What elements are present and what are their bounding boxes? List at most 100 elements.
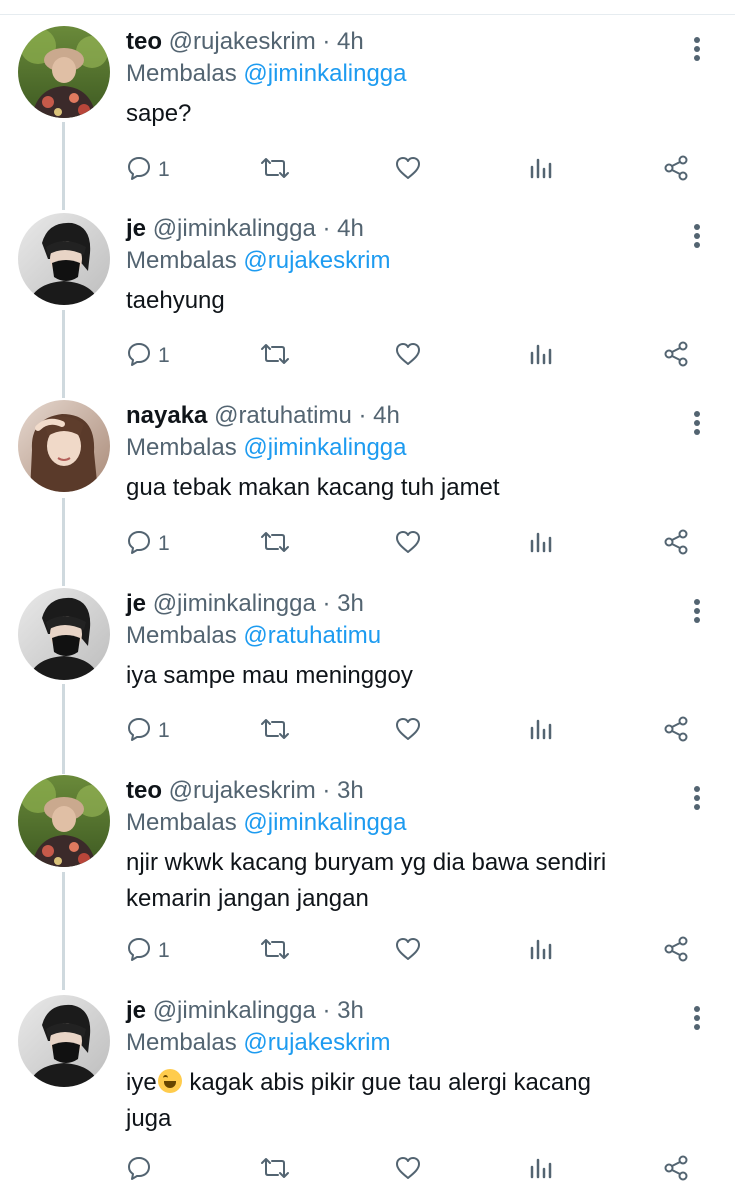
display-name[interactable]: je [126,590,146,617]
avatar[interactable] [18,400,110,492]
avatar[interactable] [18,995,110,1087]
mention-link[interactable]: @jiminkalingga [243,60,406,87]
more-options-icon[interactable] [687,781,707,821]
avatar[interactable] [18,775,110,867]
display-name[interactable]: teo [126,28,162,55]
user-handle[interactable]: @jiminkalingga [153,215,316,242]
like-icon [394,341,422,372]
share-button[interactable] [662,336,690,376]
analytics-button[interactable] [528,336,554,376]
retweet-icon [260,341,290,372]
rolling-on-floor-laughing-emoji-icon [157,1069,182,1093]
display-name[interactable]: je [126,997,146,1024]
retweet-button[interactable] [260,711,290,751]
share-icon [662,340,690,373]
retweet-icon [260,716,290,747]
user-handle[interactable]: @jiminkalingga [153,997,316,1024]
reply-button[interactable]: 1 [126,711,170,751]
display-name[interactable]: je [126,215,146,242]
mention-link[interactable]: @jiminkalingga [243,434,406,461]
analytics-icon [528,341,554,372]
replying-to-label: Membalas [126,434,237,461]
timestamp[interactable]: · 3h [322,997,363,1024]
like-icon [394,936,422,967]
user-handle[interactable]: @ratuhatimu [214,402,352,429]
share-button[interactable] [662,524,690,564]
action-bar: 1 [126,931,706,971]
reply-count: 1 [158,939,170,962]
timestamp[interactable]: · 4h [359,402,400,429]
retweet-icon [260,529,290,560]
action-bar: 1 [126,524,706,564]
avatar[interactable] [18,213,110,305]
retweet-button[interactable] [260,931,290,971]
retweet-icon [260,936,290,967]
mention-link[interactable]: @rujakeskrim [243,1029,390,1056]
share-icon [662,1154,690,1187]
reply-count: 1 [158,719,170,742]
retweet-button[interactable] [260,336,290,376]
more-options-icon[interactable] [687,1001,707,1041]
reply-icon [126,716,152,747]
action-bar [126,1150,706,1190]
avatar[interactable] [18,588,110,680]
reply-count: 1 [158,344,170,367]
like-button[interactable] [394,150,422,190]
reply-icon [126,341,152,372]
analytics-button[interactable] [528,931,554,971]
retweet-button[interactable] [260,150,290,190]
share-button[interactable] [662,931,690,971]
reply-icon [126,936,152,967]
like-button[interactable] [394,524,422,564]
reply-button[interactable] [126,1150,158,1190]
tweet-text: iye kagak abis pikir gue tau alergi kaca… [126,1065,686,1137]
tweet-text: taehyung [126,287,225,314]
tweet-text-rest: kagak abis pikir gue tau alergi kacang j… [126,1069,591,1132]
like-button[interactable] [394,711,422,751]
display-name[interactable]: teo [126,777,162,804]
display-name[interactable]: nayaka [126,402,207,429]
tweet-text: iya sampe mau meninggoy [126,662,413,689]
analytics-button[interactable] [528,524,554,564]
reply-count: 1 [158,532,170,555]
mention-link[interactable]: @jiminkalingga [243,809,406,836]
share-button[interactable] [662,150,690,190]
user-handle[interactable]: @rujakeskrim [169,28,316,55]
share-button[interactable] [662,711,690,751]
analytics-button[interactable] [528,1150,554,1190]
mention-link[interactable]: @rujakeskrim [243,247,390,274]
thread-connector [62,498,65,586]
mention-link[interactable]: @ratuhatimu [243,622,381,649]
user-handle[interactable]: @rujakeskrim [169,777,316,804]
retweet-button[interactable] [260,524,290,564]
share-icon [662,935,690,968]
more-options-icon[interactable] [687,219,707,259]
like-button[interactable] [394,931,422,971]
more-options-icon[interactable] [687,594,707,634]
user-handle[interactable]: @jiminkalingga [153,590,316,617]
like-button[interactable] [394,1150,422,1190]
like-button[interactable] [394,336,422,376]
reply-button[interactable]: 1 [126,150,170,190]
timestamp[interactable]: · 4h [322,28,363,55]
replying-to-label: Membalas [126,1029,237,1056]
timestamp[interactable]: · 4h [322,215,363,242]
reply-button[interactable]: 1 [126,931,170,971]
replying-to-label: Membalas [126,247,237,274]
more-options-icon[interactable] [687,32,707,72]
analytics-button[interactable] [528,150,554,190]
more-options-icon[interactable] [687,406,707,446]
analytics-icon [528,1155,554,1186]
avatar[interactable] [18,26,110,118]
timestamp[interactable]: · 3h [322,590,363,617]
timestamp[interactable]: · 3h [322,777,363,804]
reply-button[interactable]: 1 [126,524,170,564]
reply-button[interactable]: 1 [126,336,170,376]
share-icon [662,528,690,561]
thread-connector [62,872,65,990]
share-button[interactable] [662,1150,690,1190]
retweet-button[interactable] [260,1150,290,1190]
retweet-icon [260,1155,290,1186]
analytics-button[interactable] [528,711,554,751]
tweet-text: sape? [126,100,192,127]
